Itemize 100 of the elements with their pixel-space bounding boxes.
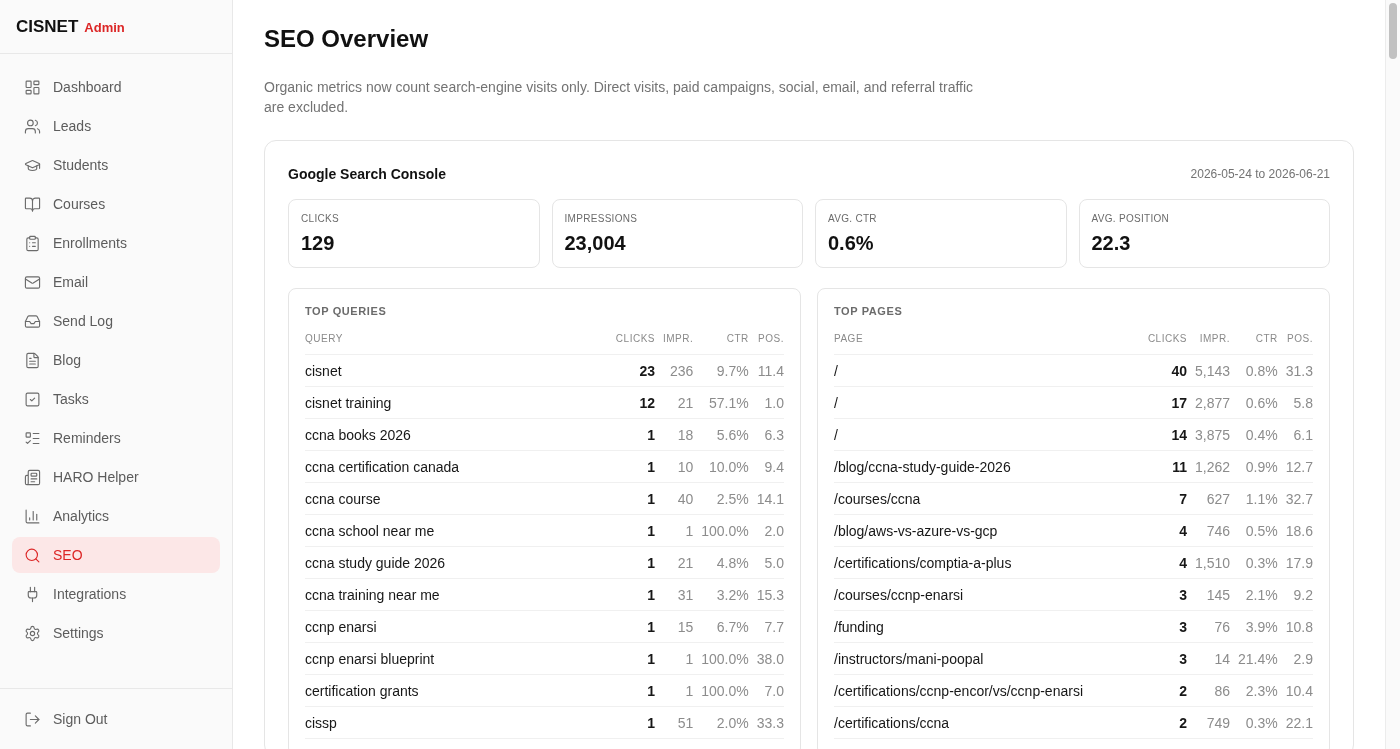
column-header: CLICKS bbox=[607, 324, 655, 355]
table-cell: /blog/aws-vs-azure-vs-gcp bbox=[834, 514, 1140, 547]
card-title: Google Search Console bbox=[288, 165, 446, 184]
table-cell: 12 bbox=[607, 386, 655, 419]
table-cell: 21 bbox=[655, 386, 694, 419]
table-cell: 10.4 bbox=[1277, 674, 1313, 707]
nav-item[interactable]: Send Log bbox=[12, 303, 220, 339]
table-cell: 5.6% bbox=[693, 418, 749, 451]
brand-tag: Admin bbox=[84, 18, 125, 35]
column-header: IMPR. bbox=[1187, 324, 1231, 355]
table-cell: 2 bbox=[1139, 674, 1187, 707]
search-icon bbox=[24, 546, 41, 564]
table-cell: 32.7 bbox=[1277, 482, 1313, 515]
table-cell: / bbox=[834, 354, 1140, 387]
nav-item[interactable]: Dashboard bbox=[12, 69, 220, 105]
table-cell: 4.8% bbox=[693, 546, 749, 579]
bar-chart-icon bbox=[24, 507, 41, 525]
table-cell: 100.0% bbox=[693, 514, 749, 547]
table-cell: 3 bbox=[1139, 642, 1187, 675]
column-header: CLICKS bbox=[1139, 324, 1187, 355]
table-cell: 17 bbox=[1139, 386, 1187, 419]
table-cell: ccnp enarsi bbox=[305, 610, 608, 643]
stat-value: 22.3 bbox=[1091, 231, 1132, 255]
column-header: POS. bbox=[1277, 324, 1313, 355]
table-cell: 18.6 bbox=[1277, 514, 1313, 547]
table-cell: 2.3% bbox=[1230, 674, 1278, 707]
table-cell: ccna study guide 2026 bbox=[305, 546, 608, 579]
sign-out-icon bbox=[24, 710, 41, 728]
table-cell: 1 bbox=[607, 482, 655, 515]
table-cell: ccna school near me bbox=[305, 514, 608, 547]
nav-item[interactable]: Blog bbox=[12, 342, 220, 378]
table-cell: 5.0 bbox=[748, 546, 784, 579]
table-cell: 0.6% bbox=[1230, 386, 1278, 419]
table-cell: 21 bbox=[655, 546, 694, 579]
table-cell: 1.0 bbox=[748, 386, 784, 419]
clipboard-icon bbox=[24, 234, 41, 252]
column-header: POS. bbox=[748, 324, 784, 355]
table-cell: 1 bbox=[607, 706, 655, 739]
table-cell: 2.1% bbox=[1230, 578, 1278, 611]
users-icon bbox=[24, 117, 41, 135]
table-cell: 4 bbox=[1139, 514, 1187, 547]
nav-item[interactable]: Students bbox=[12, 147, 220, 183]
grid-icon bbox=[24, 78, 41, 96]
stat-value: 129 bbox=[301, 231, 336, 255]
column-header: CTR bbox=[693, 324, 749, 355]
table-cell: 38.0 bbox=[748, 642, 784, 675]
table-cell: 1 bbox=[607, 642, 655, 675]
nav-item[interactable]: Reminders bbox=[12, 420, 220, 456]
table-cell: 236 bbox=[655, 354, 694, 387]
table-cell: cisnet bbox=[305, 354, 608, 387]
nav-item[interactable]: SEO bbox=[12, 537, 220, 573]
table-cell: 746 bbox=[1187, 514, 1231, 547]
table-cell: 23 bbox=[607, 354, 655, 387]
table-cell: 0.4% bbox=[1230, 418, 1278, 451]
table-cell: 1 bbox=[607, 674, 655, 707]
table-cell: 1 bbox=[655, 514, 694, 547]
mail-icon bbox=[24, 273, 41, 291]
sign-out-button[interactable]: Sign Out bbox=[12, 701, 220, 737]
table-cell: /courses/ccna bbox=[834, 482, 1140, 515]
table-cell: 3,875 bbox=[1187, 418, 1231, 451]
table-cell: ccna certification canada bbox=[305, 450, 608, 483]
table-cell: 21.4% bbox=[1230, 642, 1278, 675]
nav-item[interactable]: Courses bbox=[12, 186, 220, 222]
table-cell: 6.3 bbox=[748, 418, 784, 451]
nav-item[interactable]: HARO Helper bbox=[12, 459, 220, 495]
table-cell: 15 bbox=[655, 610, 694, 643]
table-cell: / bbox=[834, 386, 1140, 419]
table-cell: /courses/ccnp-enarsi bbox=[834, 578, 1140, 611]
nav-item[interactable]: Tasks bbox=[12, 381, 220, 417]
table-cell: 749 bbox=[1187, 706, 1231, 739]
table-cell: 3.2% bbox=[693, 578, 749, 611]
column-header: IMPR. bbox=[655, 324, 694, 355]
table-cell: 9.2 bbox=[1277, 578, 1313, 611]
column-header: QUERY bbox=[305, 324, 608, 355]
table-cell: 51 bbox=[655, 706, 694, 739]
table-cell: 627 bbox=[1187, 482, 1231, 515]
nav-item[interactable]: Integrations bbox=[12, 576, 220, 612]
table-cell: 14 bbox=[1187, 642, 1231, 675]
table-cell: 0.8% bbox=[1230, 354, 1278, 387]
table-cell: 1 bbox=[607, 610, 655, 643]
table-cell: 11.4 bbox=[748, 354, 784, 387]
nav-item[interactable]: Enrollments bbox=[12, 225, 220, 261]
nav-item[interactable]: Leads bbox=[12, 108, 220, 144]
table-cell: 100.0% bbox=[693, 642, 749, 675]
table-cell: cissp bbox=[305, 706, 608, 739]
table-cell: 15.3 bbox=[748, 578, 784, 611]
page-description: Organic metrics now count search-engine visits only. Direct visits, paid campaigns, social, email, and referral traffic are excluded. bbox=[264, 78, 975, 117]
table-cell: 31 bbox=[655, 578, 694, 611]
table-cell: 1 bbox=[607, 546, 655, 579]
table-cell: 1 bbox=[655, 642, 694, 675]
table-cell: 14.1 bbox=[748, 482, 784, 515]
nav-item[interactable]: Settings bbox=[12, 615, 220, 651]
scrollbar-thumb[interactable] bbox=[1389, 3, 1397, 59]
nav-item[interactable]: Email bbox=[12, 264, 220, 300]
book-icon bbox=[24, 195, 41, 213]
nav-item[interactable]: Analytics bbox=[12, 498, 220, 534]
table-cell: 40 bbox=[655, 482, 694, 515]
column-header: CTR bbox=[1230, 324, 1278, 355]
table-cell: /certifications/comptia-a-plus bbox=[834, 546, 1140, 579]
table-cell: 0.3% bbox=[1230, 546, 1278, 579]
